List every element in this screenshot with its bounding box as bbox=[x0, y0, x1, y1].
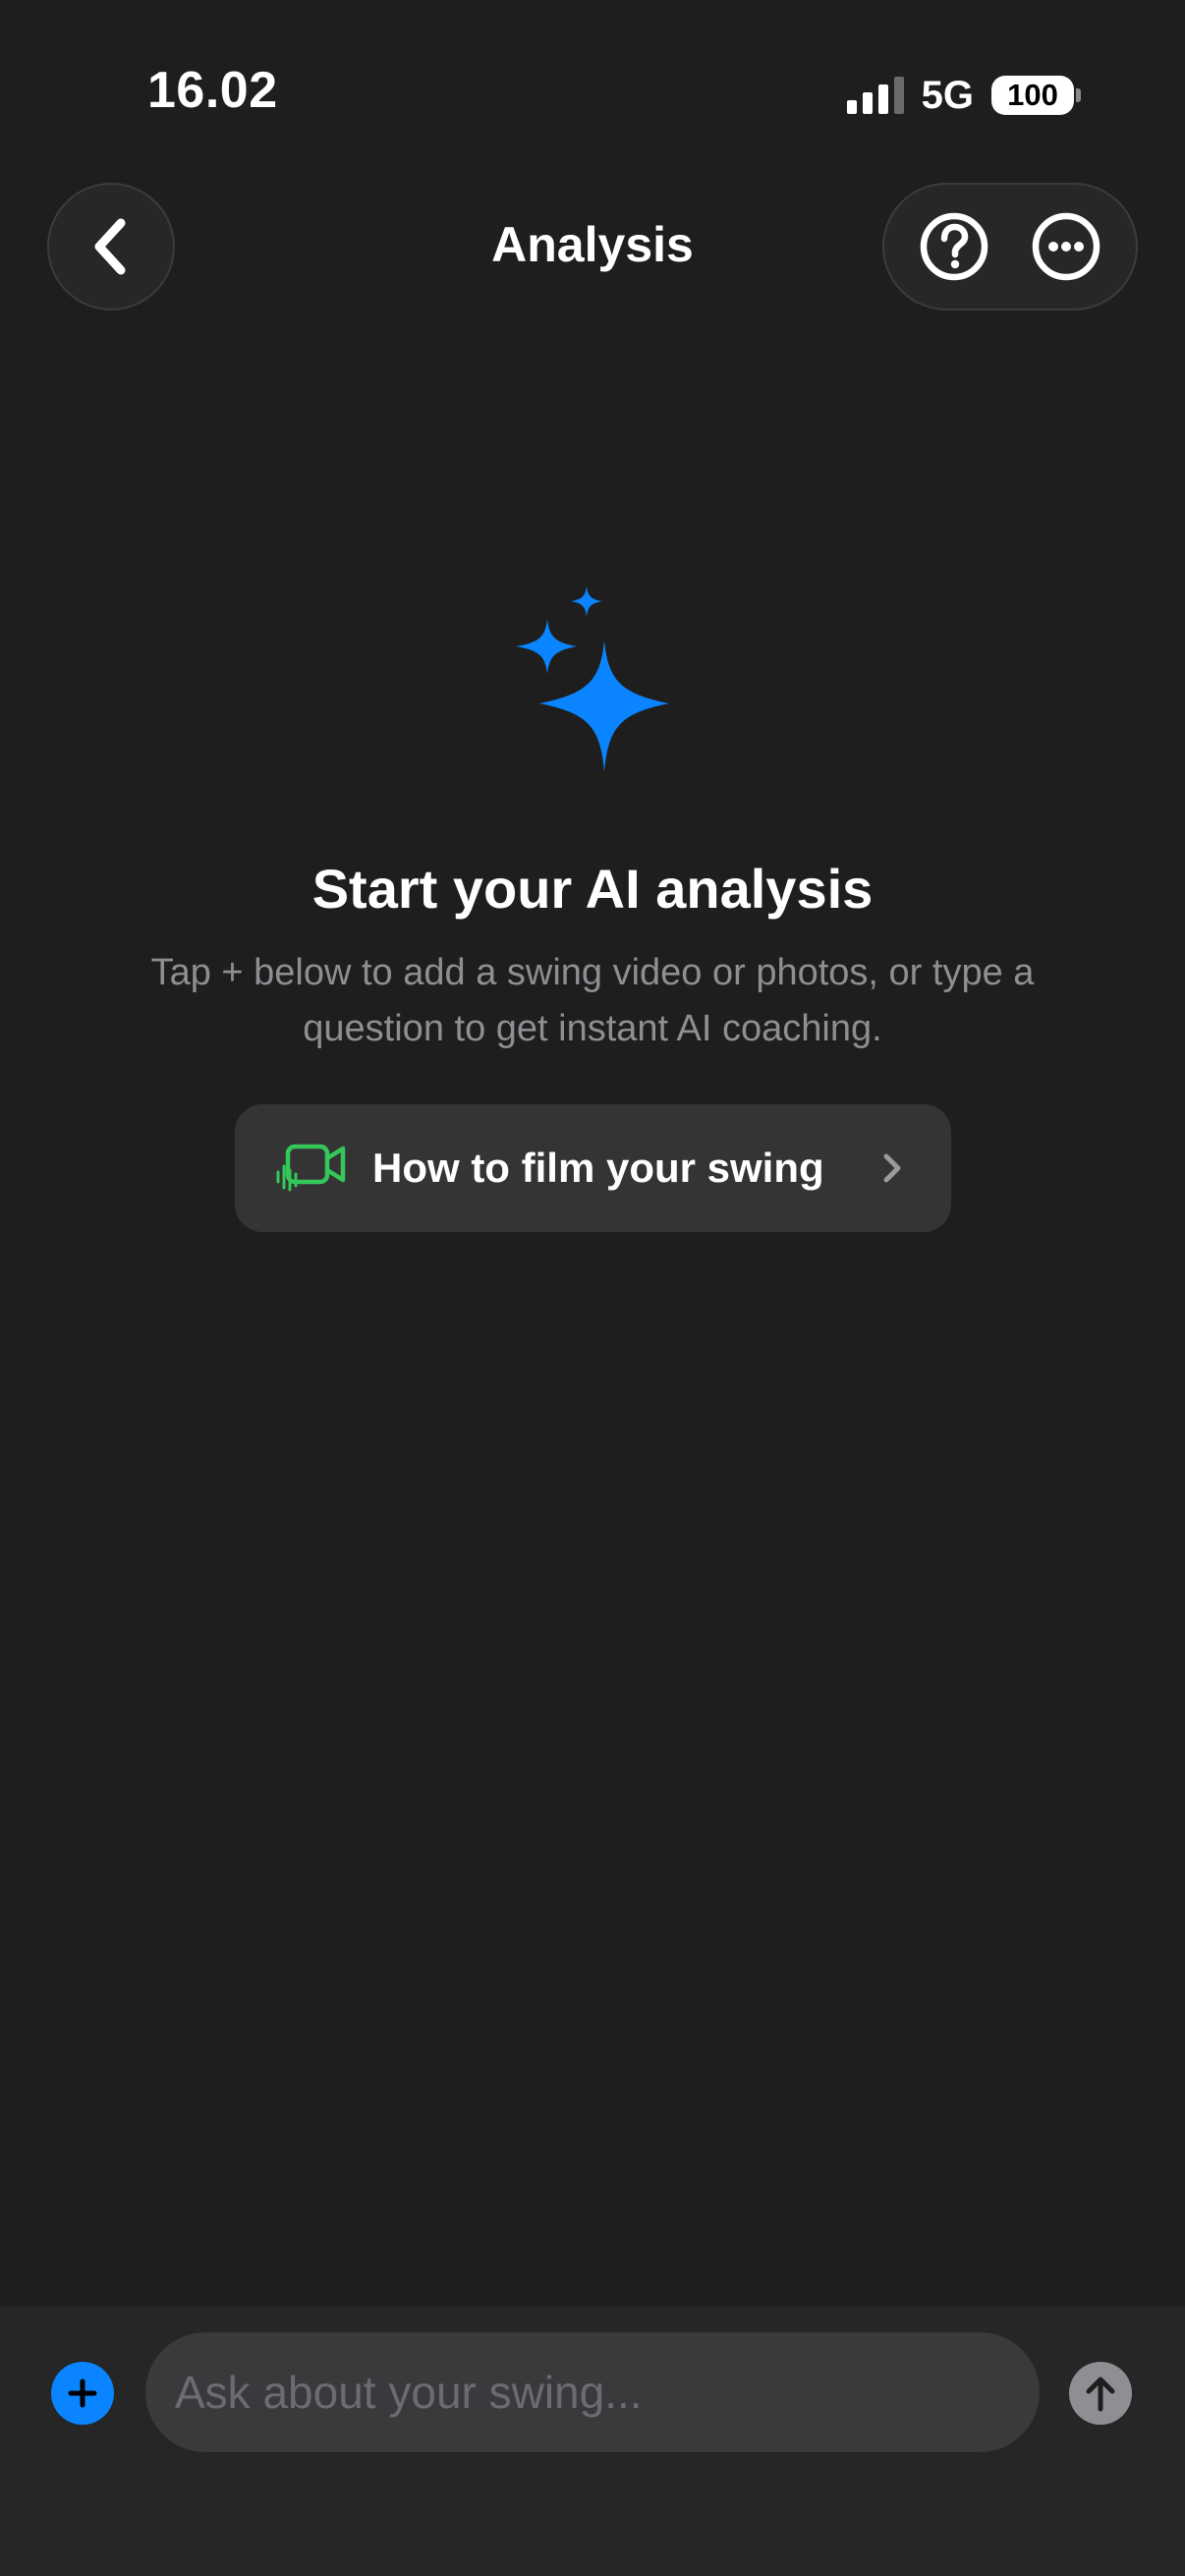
help-button[interactable] bbox=[915, 207, 993, 286]
network-type: 5G bbox=[921, 73, 974, 117]
status-indicators: 5G 100 bbox=[846, 71, 1081, 120]
sparkles-icon bbox=[516, 586, 669, 772]
battery-icon: 100 bbox=[991, 76, 1081, 115]
status-bar: 16.02 5G 100 bbox=[0, 0, 1185, 187]
empty-state-subtitle: Tap + below to add a swing video or phot… bbox=[150, 952, 1035, 1049]
nav-actions-group bbox=[882, 183, 1138, 310]
swing-question-input[interactable] bbox=[145, 2332, 1040, 2452]
battery-level: 100 bbox=[991, 76, 1074, 115]
send-button[interactable] bbox=[1069, 2362, 1132, 2425]
add-media-button[interactable] bbox=[51, 2362, 114, 2425]
video-camera-icon bbox=[276, 1144, 346, 1192]
more-options-button[interactable] bbox=[1027, 207, 1105, 286]
arrow-up-icon bbox=[1086, 2377, 1115, 2412]
ellipsis-circle-icon bbox=[1032, 212, 1100, 281]
how-to-film-button[interactable]: How to film your swing bbox=[235, 1104, 951, 1232]
cellular-signal-icon bbox=[846, 77, 904, 114]
chevron-right-icon bbox=[883, 1153, 901, 1183]
status-time: 16.02 bbox=[147, 62, 278, 119]
empty-state-title: Start your AI analysis bbox=[311, 858, 874, 920]
how-to-film-label: How to film your swing bbox=[372, 1145, 824, 1191]
plus-icon bbox=[68, 2379, 97, 2408]
question-circle-icon bbox=[920, 212, 988, 281]
message-composer bbox=[0, 2307, 1185, 2576]
